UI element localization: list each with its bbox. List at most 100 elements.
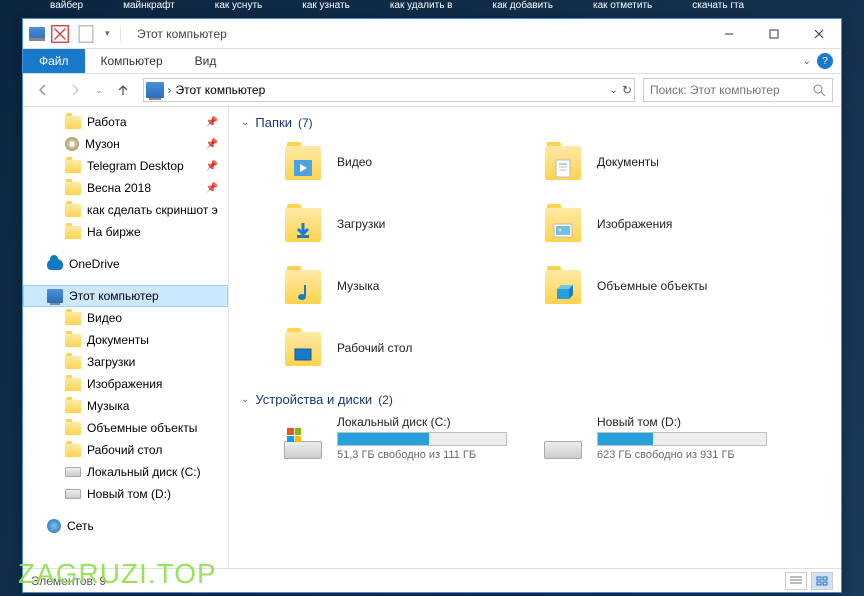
- address-text: Этот компьютер: [176, 83, 606, 97]
- titlebar: ▾ │ Этот компьютер: [23, 19, 841, 49]
- address-history-icon[interactable]: ⌄: [610, 85, 618, 96]
- drive-item[interactable]: Локальный диск (C:)51,3 ГБ свободно из 1…: [281, 415, 541, 461]
- folder-icon: [65, 160, 81, 173]
- pin-icon: 📌: [206, 183, 218, 194]
- folder-item[interactable]: Рабочий стол: [281, 324, 541, 372]
- desktop-shortcut[interactable]: как удалить в: [390, 0, 453, 18]
- sidebar-item[interactable]: как сделать скриншот э: [23, 199, 228, 221]
- sidebar-item-label: Локальный диск (C:): [87, 465, 201, 479]
- sidebar-item[interactable]: Музыка: [23, 395, 228, 417]
- sidebar-item[interactable]: Изображения: [23, 373, 228, 395]
- tab-computer[interactable]: Компьютер: [85, 49, 179, 73]
- folder-icon: [541, 140, 585, 184]
- sidebar-item[interactable]: OneDrive: [23, 253, 228, 275]
- qat-dropdown-icon[interactable]: ▾: [101, 28, 114, 39]
- sidebar-item[interactable]: На бирже: [23, 221, 228, 243]
- content-pane: ⌄ Папки (7) Видео Документы ЗагрузкиИзобра…: [229, 107, 841, 568]
- address-row: ⌄ › Этот компьютер ⌄ ↻: [23, 73, 841, 107]
- sidebar-item-label: Изображения: [87, 377, 162, 391]
- folder-icon: [281, 326, 325, 370]
- refresh-icon[interactable]: ↻: [622, 83, 632, 97]
- sidebar-item-label: На бирже: [87, 225, 141, 239]
- sidebar-item[interactable]: Документы: [23, 329, 228, 351]
- group-header-folders[interactable]: ⌄ Папки (7): [241, 115, 841, 130]
- minimize-button[interactable]: [706, 19, 751, 48]
- net-icon: [47, 519, 61, 533]
- folder-icon: [281, 202, 325, 246]
- address-bar[interactable]: › Этот компьютер ⌄ ↻: [143, 78, 635, 102]
- tab-view[interactable]: Вид: [179, 49, 233, 73]
- desktop-shortcut[interactable]: как уснуть: [215, 0, 263, 18]
- watermark: ZAGRUZI.TOP: [18, 558, 217, 590]
- sidebar-item[interactable]: Сеть: [23, 515, 228, 537]
- maximize-button[interactable]: [751, 19, 796, 48]
- desktop-shortcut[interactable]: майнкрафт: [123, 0, 175, 18]
- sidebar-item-label: Видео: [87, 311, 122, 325]
- explorer-window: ▾ │ Этот компьютер Файл Компьютер Вид ⌄ …: [22, 18, 842, 593]
- folder-label: Музыка: [337, 279, 379, 293]
- desktop-shortcut[interactable]: как узнать: [302, 0, 350, 18]
- folder-label: Документы: [597, 155, 659, 169]
- sidebar-item[interactable]: Новый том (D:): [23, 483, 228, 505]
- sidebar-item[interactable]: Весна 2018📌: [23, 177, 228, 199]
- drive-item[interactable]: Новый том (D:) 623 ГБ свободно из 931 ГБ: [541, 415, 801, 461]
- recent-dropdown-icon[interactable]: ⌄: [95, 85, 103, 96]
- folder-icon: [65, 182, 81, 195]
- view-tiles-button[interactable]: [811, 572, 833, 590]
- qat-blank-icon[interactable]: [75, 23, 97, 45]
- back-button[interactable]: [31, 78, 55, 102]
- qat-properties-icon[interactable]: [49, 23, 71, 45]
- sidebar-item[interactable]: Объемные объекты: [23, 417, 228, 439]
- search-input[interactable]: [650, 83, 813, 97]
- folder-item[interactable]: Музыка: [281, 262, 541, 310]
- sidebar-item-label: Документы: [87, 333, 149, 347]
- folder-item[interactable]: Объемные объекты: [541, 262, 801, 310]
- folder-item[interactable]: Видео: [281, 138, 541, 186]
- chevron-down-icon: ⌄: [241, 117, 249, 128]
- folder-item[interactable]: Изображения: [541, 200, 801, 248]
- folder-icon: [65, 400, 81, 413]
- sidebar-item[interactable]: Рабочий стол: [23, 439, 228, 461]
- forward-button[interactable]: [63, 78, 87, 102]
- help-icon[interactable]: ?: [817, 53, 833, 69]
- desktop-shortcut[interactable]: как отметить: [593, 0, 652, 18]
- sidebar-item[interactable]: Этот компьютер: [23, 285, 228, 307]
- tab-file[interactable]: Файл: [23, 49, 85, 73]
- folder-icon: [281, 140, 325, 184]
- group-title-drives: Устройства и диски: [255, 392, 372, 407]
- desktop-shortcut[interactable]: как добавить: [493, 0, 553, 18]
- sidebar-item[interactable]: Загрузки: [23, 351, 228, 373]
- sidebar-item-label: Сеть: [67, 519, 94, 533]
- sidebar-item[interactable]: Локальный диск (C:): [23, 461, 228, 483]
- onedrive-icon: [47, 259, 63, 270]
- close-button[interactable]: [796, 19, 841, 48]
- folder-item[interactable]: Документы: [541, 138, 801, 186]
- up-button[interactable]: [111, 78, 135, 102]
- desktop-shortcut[interactable]: вайбер: [50, 0, 83, 18]
- sidebar-item[interactable]: Музон📌: [23, 133, 228, 155]
- group-title-folders: Папки: [255, 115, 292, 130]
- desktop-shortcut[interactable]: скачать гта: [692, 0, 744, 18]
- sidebar-item[interactable]: Работа📌: [23, 111, 228, 133]
- search-icon: [813, 84, 826, 97]
- search-box[interactable]: [643, 78, 833, 102]
- folder-icon: [65, 226, 81, 239]
- group-header-drives[interactable]: ⌄ Устройства и диски (2): [241, 392, 841, 407]
- folder-icon: [65, 334, 81, 347]
- sidebar-item[interactable]: Telegram Desktop📌: [23, 155, 228, 177]
- drive-name: Новый том (D:): [597, 415, 767, 429]
- folder-label: Объемные объекты: [597, 279, 707, 293]
- sidebar-item[interactable]: Видео: [23, 307, 228, 329]
- this-pc-icon: [29, 27, 45, 41]
- drive-free-text: 51,3 ГБ свободно из 111 ГБ: [337, 449, 507, 461]
- folder-icon: [65, 378, 81, 391]
- ribbon-expand-icon[interactable]: ⌄: [803, 56, 811, 67]
- folder-icon: [65, 116, 81, 129]
- sidebar-item-label: Новый том (D:): [87, 487, 171, 501]
- folder-item[interactable]: Загрузки: [281, 200, 541, 248]
- address-arrow-icon[interactable]: ›: [168, 83, 172, 97]
- view-details-button[interactable]: [785, 572, 807, 590]
- sidebar-item-label: Музыка: [87, 399, 129, 413]
- sidebar-item-label: Загрузки: [87, 355, 135, 369]
- drive-free-text: 623 ГБ свободно из 931 ГБ: [597, 449, 767, 461]
